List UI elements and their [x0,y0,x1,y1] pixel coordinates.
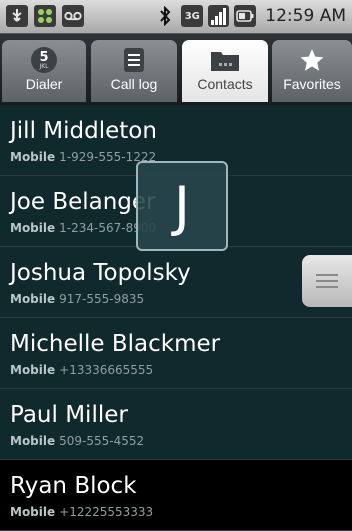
contact-name: Joshua Topolsky [10,260,191,286]
contact-name: Joe Belanger [10,189,156,215]
tab-label: Call log [110,76,158,92]
bluetooth-icon [154,5,176,27]
fast-scroll-letter-overlay: J [136,161,228,251]
tab-label: Dialer [25,76,63,92]
star-icon [299,46,325,74]
contact-phone: Mobile 509-555-4552 [10,434,145,448]
tab-contacts[interactable]: Contacts [182,40,268,102]
contact-name: Paul Miller [10,402,128,428]
contact-phone: Mobile +12225553333 [10,505,154,519]
voicemail-icon [62,5,84,27]
battery-icon [234,5,257,27]
clock: 12:59 AM [265,6,346,26]
signal-strength-icon [208,5,230,27]
contact-name: Ryan Block [10,473,137,499]
tab-label: Favorites [283,76,341,92]
contact-phone: Mobile 1-234-567-8900 [10,221,157,235]
usb-icon [6,5,28,27]
contact-phone: Mobile 917-555-9835 [10,292,145,306]
dialer-icon: 5 JKL [31,46,57,74]
status-bar: 3G 12:59 AM [0,0,352,34]
contacts-folder-icon [210,46,240,74]
tab-label: Contacts [197,76,253,92]
contact-row-joshua-topolsky[interactable]: Joshua Topolsky Mobile 917-555-9835 [0,247,352,318]
contact-row-paul-miller[interactable]: Paul Miller Mobile 509-555-4552 [0,389,352,460]
contact-phone: Mobile 1-929-555-1222 [10,150,157,164]
tab-call-log[interactable]: Call log [91,40,177,102]
contact-name: Michelle Blackmer [10,331,221,357]
contact-row-ryan-block[interactable]: Ryan Block Mobile +12225553333 [0,460,352,531]
android-debug-icon [34,5,56,27]
contact-name: Jill Middleton [10,118,157,144]
tab-bar: 5 JKL Dialer Call log Contacts Favorites [0,34,352,105]
tab-dialer[interactable]: 5 JKL Dialer [2,40,86,102]
contact-row-michelle-blackmer[interactable]: Michelle Blackmer Mobile +13336665555 [0,318,352,389]
call-log-icon [123,46,145,74]
fast-scroll-thumb[interactable] [302,255,352,307]
contact-phone: Mobile +13336665555 [10,363,154,377]
network-3g-icon: 3G [181,5,204,27]
tab-favorites[interactable]: Favorites [272,40,352,102]
